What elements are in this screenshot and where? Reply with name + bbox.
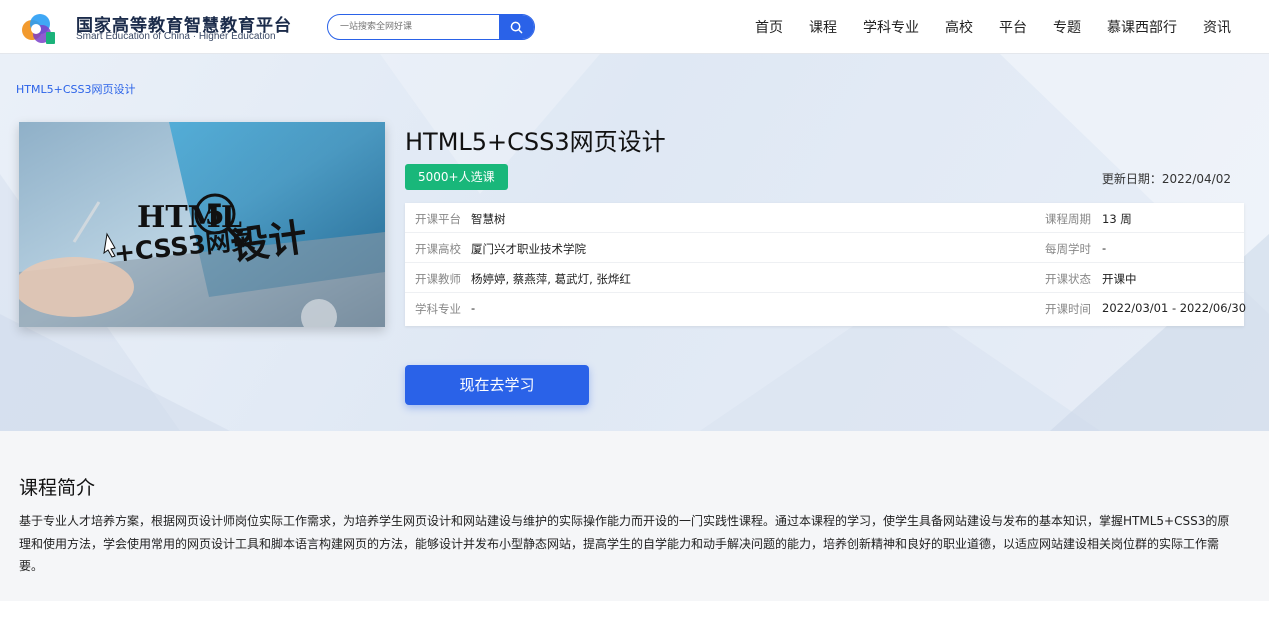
course-info-table: 开课平台 智慧树 课程周期 13 周 开课高校 厦门兴才职业技术学院 每周学时 …: [405, 203, 1247, 326]
nav-item-home[interactable]: 首页: [755, 17, 783, 37]
nav-item-disciplines[interactable]: 学科专业: [863, 17, 919, 37]
info-value: 2022/03/01 - 2022/06/30: [1102, 301, 1247, 315]
main-nav: 首页 课程 学科专业 高校 平台 专题 慕课西部行 资讯: [729, 0, 1231, 54]
info-label: 开课时间: [1045, 302, 1091, 316]
info-value: 厦门兴才职业技术学院: [471, 242, 586, 256]
info-label: 课程周期: [1045, 212, 1091, 226]
info-row: 开课平台 智慧树 课程周期 13 周: [405, 203, 1244, 233]
info-label: 开课教师: [415, 272, 461, 286]
breadcrumb[interactable]: HTML5+CSS3网页设计: [16, 81, 135, 97]
info-label: 开课平台: [415, 212, 461, 226]
info-value: 开课中: [1102, 272, 1137, 286]
course-thumbnail[interactable]: HTML 5 +CSS3网页 设计: [19, 122, 385, 327]
info-value: -: [1102, 241, 1107, 255]
top-header: 国家高等教育智慧教育平台 Smart Education of China · …: [0, 0, 1269, 54]
cover-text-five: 5: [205, 198, 224, 231]
nav-item-mooc-west[interactable]: 慕课西部行: [1107, 17, 1177, 37]
info-value: 杨婷婷, 蔡燕萍, 葛武灯, 张烨红: [471, 272, 631, 286]
nav-item-topics[interactable]: 专题: [1053, 17, 1081, 37]
course-title: HTML5+CSS3网页设计: [405, 128, 666, 156]
info-row: 学科专业 - 开课时间 2022/03/01 - 2022/06/30: [405, 293, 1247, 326]
search-box: [327, 14, 535, 40]
info-label: 每周学时: [1045, 242, 1091, 256]
intro-paragraph: 基于专业人才培养方案，根据网页设计师岗位实际工作需求，为培养学生网页设计和网站建…: [19, 514, 1230, 573]
nav-item-universities[interactable]: 高校: [945, 17, 973, 37]
nav-item-courses[interactable]: 课程: [809, 17, 837, 37]
page-bottom-space: [0, 601, 1269, 618]
info-label: 开课状态: [1045, 272, 1091, 286]
info-value: 13 周: [1102, 212, 1132, 226]
search-icon: [510, 21, 523, 33]
search-input[interactable]: [328, 15, 500, 39]
course-intro-section: 课程简介 基于专业人才培养方案，根据网页设计师岗位实际工作需求，为培养学生网页设…: [0, 431, 1269, 601]
info-value: -: [471, 301, 476, 315]
info-row: 开课教师 杨婷婷, 蔡燕萍, 葛武灯, 张烨红 开课状态 开课中: [405, 263, 1244, 293]
update-date: 更新日期：2022/04/02: [1101, 172, 1231, 186]
course-cover-image: HTML 5 +CSS3网页 设计: [19, 122, 385, 327]
search-button[interactable]: [499, 15, 534, 39]
enrollment-badge: 5000+人选课: [405, 164, 508, 190]
info-label: 学科专业: [415, 302, 461, 316]
intro-heading: 课程简介: [19, 477, 96, 499]
course-hero: HTML5+CSS3网页设计 HTML 5 +CSS3网页 设计 HTML5+C…: [0, 54, 1269, 431]
platform-logo-icon[interactable]: [20, 10, 56, 46]
info-row: 开课高校 厦门兴才职业技术学院 每周学时 -: [405, 233, 1244, 263]
info-label: 开课高校: [415, 242, 461, 256]
nav-item-platforms[interactable]: 平台: [999, 17, 1027, 37]
nav-item-news[interactable]: 资讯: [1203, 17, 1231, 37]
platform-subtitle: Smart Education of China · Higher Educat…: [76, 31, 276, 42]
start-learning-button[interactable]: 现在去学习: [405, 365, 589, 405]
info-value: 智慧树: [471, 212, 506, 226]
